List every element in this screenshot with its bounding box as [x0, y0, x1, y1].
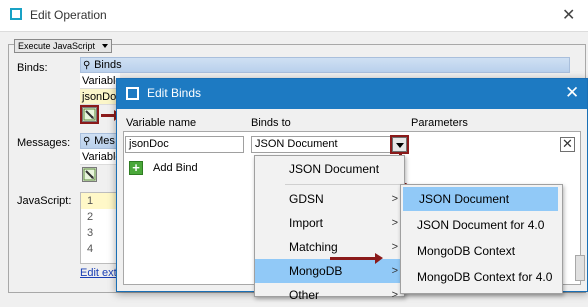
menu-item-gdsn[interactable]: GDSN > [255, 187, 404, 211]
binds-header-label: Binds [94, 59, 122, 71]
dialog-titlebar: Edit Binds ✕ [117, 79, 587, 109]
menu-separator [285, 184, 402, 185]
add-bind-link[interactable]: Add Bind [153, 162, 198, 174]
line-number: 3 [86, 227, 94, 239]
chevron-right-icon: > [391, 217, 398, 229]
plus-icon[interactable]: + [129, 161, 143, 175]
mongodb-submenu: JSON Document JSON Document for 4.0 Mong… [400, 184, 563, 294]
column-binds-to: Binds to [251, 117, 291, 129]
menu-item-label: Other [289, 288, 320, 302]
line-number: 4 [86, 243, 94, 255]
dialog-title: Edit Binds [147, 86, 202, 100]
menu-item-label: Matching [289, 240, 338, 254]
submenu-item-mongodb-context-4[interactable]: MongoDB Context for 4.0 [401, 265, 562, 289]
javascript-label: JavaScript: [17, 195, 72, 207]
close-icon[interactable]: ✕ [562, 5, 575, 25]
menu-item-label: JSON Document [289, 162, 380, 176]
chevron-right-icon: > [391, 241, 398, 253]
messages-header-label: Mes [94, 135, 115, 147]
menu-item-label: MongoDB [289, 264, 343, 278]
column-parameters: Parameters [411, 117, 468, 129]
line-number: 2 [86, 211, 94, 223]
menu-item-label: GDSN [289, 192, 324, 206]
binds-to-menu: JSON Document GDSN > Import > Matching >… [254, 155, 405, 302]
menu-item-import[interactable]: Import > [255, 211, 404, 235]
line-number: 1 [81, 193, 99, 209]
edit-external-link[interactable]: Edit ext [80, 267, 117, 279]
binds-header: ⚲ Binds [80, 57, 570, 73]
submenu-item-mongodb-context[interactable]: MongoDB Context [401, 239, 562, 263]
menu-item-label: Import [289, 216, 324, 230]
dropdown-arrow-icon [102, 44, 109, 48]
close-icon[interactable]: ✕ [565, 83, 579, 103]
submenu-item-json-document[interactable]: JSON Document [403, 187, 558, 211]
messages-table: ⚲ Mes Variable [80, 133, 122, 165]
submenu-item-json-document-4[interactable]: JSON Document for 4.0 [401, 213, 562, 237]
submenu-item-label: JSON Document [419, 192, 510, 206]
menu-item-other[interactable]: Other > [255, 283, 404, 307]
chevron-right-icon: > [391, 289, 398, 301]
edit-icon [83, 108, 96, 121]
script-type-value: Execute JavaScript [18, 41, 96, 51]
dialog-button-edge [575, 255, 585, 281]
binds-column-header: Variable [80, 73, 122, 89]
menu-item-json-document[interactable]: JSON Document [255, 157, 404, 181]
submenu-item-label: MongoDB Context for 4.0 [417, 270, 553, 284]
window-icon [126, 87, 139, 100]
chevron-right-icon: > [391, 193, 398, 205]
pin-icon: ⚲ [83, 136, 91, 147]
messages-column-header: Variable [80, 149, 122, 165]
script-type-dropdown[interactable]: Execute JavaScript [14, 39, 113, 53]
edit-messages-button[interactable] [82, 167, 97, 182]
binds-row-value[interactable]: jsonDoc [80, 89, 122, 105]
callout-arrow [101, 110, 122, 121]
binds-label: Binds: [17, 62, 48, 74]
dropdown-arrow-icon [396, 143, 404, 148]
variable-name-input[interactable]: jsonDoc [125, 136, 244, 153]
window-icon [10, 8, 22, 20]
edit-icon [83, 168, 96, 181]
binds-to-value: JSON Document [255, 138, 338, 150]
delete-icon[interactable]: ✕ [560, 137, 575, 152]
pin-icon: ⚲ [83, 60, 91, 71]
binds-to-dropdown-button[interactable] [392, 137, 407, 152]
window-titlebar: Edit Operation ✕ [0, 0, 588, 32]
column-variable-name: Variable name [126, 117, 197, 129]
window-title: Edit Operation [30, 8, 107, 22]
messages-header: ⚲ Mes [80, 133, 120, 149]
messages-label: Messages: [17, 137, 71, 149]
callout-arrow [330, 253, 383, 264]
submenu-item-label: MongoDB Context [417, 244, 516, 258]
chevron-right-icon: > [391, 265, 398, 277]
edit-binds-button[interactable] [82, 107, 97, 122]
binds-to-select[interactable]: JSON Document [251, 136, 405, 153]
submenu-item-label: JSON Document for 4.0 [417, 218, 545, 232]
